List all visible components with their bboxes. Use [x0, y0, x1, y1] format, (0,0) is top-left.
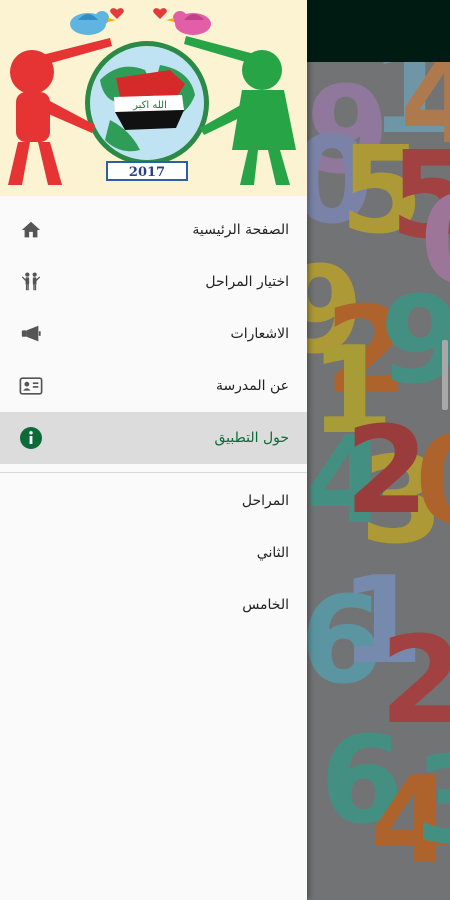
megaphone-icon — [19, 322, 43, 346]
year-badge: 2017 — [106, 161, 188, 181]
section-title: المراحل — [241, 493, 289, 509]
hearts-icon — [110, 8, 167, 19]
drawer-header-logo: الله اكبر 2017 — [0, 0, 307, 196]
menu-item-choose-stages[interactable]: اختيار المراحل — [0, 256, 307, 308]
logo-text: الله اكبر — [132, 100, 167, 111]
id-card-icon — [19, 374, 43, 398]
stage-label: الثاني — [256, 545, 289, 561]
stage-item-second[interactable]: الثاني — [0, 527, 307, 579]
stage-label: الخامس — [242, 597, 289, 613]
menu-item-label: الاشعارات — [230, 326, 289, 342]
menu-item-label: الصفحة الرئيسية — [192, 222, 289, 238]
flag-map-icon: الله اكبر — [114, 70, 185, 130]
kids-icon — [19, 270, 43, 294]
menu-item-about-app[interactable]: حول التطبيق — [0, 412, 307, 464]
menu-item-about-school[interactable]: عن المدرسة — [0, 360, 307, 412]
navigation-drawer: الله اكبر 2017 الصفحة الرئيسية اختيار ال… — [0, 0, 307, 900]
info-icon — [19, 426, 43, 450]
menu-item-label: عن المدرسة — [215, 378, 289, 394]
home-icon — [19, 218, 43, 242]
school-logo: الله اكبر 2017 — [8, 8, 296, 185]
menu-item-label: حول التطبيق — [214, 430, 290, 446]
stage-item-fifth[interactable]: الخامس — [0, 579, 307, 631]
stages-section-header: المراحل — [0, 475, 307, 527]
menu-item-notifications[interactable]: الاشعارات — [0, 308, 307, 360]
year-text: 2017 — [129, 165, 165, 180]
menu-divider — [0, 472, 307, 473]
left-bird-icon — [70, 11, 116, 35]
menu-item-label: اختيار المراحل — [205, 274, 289, 290]
right-bird-icon — [166, 11, 211, 35]
menu-item-home[interactable]: الصفحة الرئيسية — [0, 204, 307, 256]
